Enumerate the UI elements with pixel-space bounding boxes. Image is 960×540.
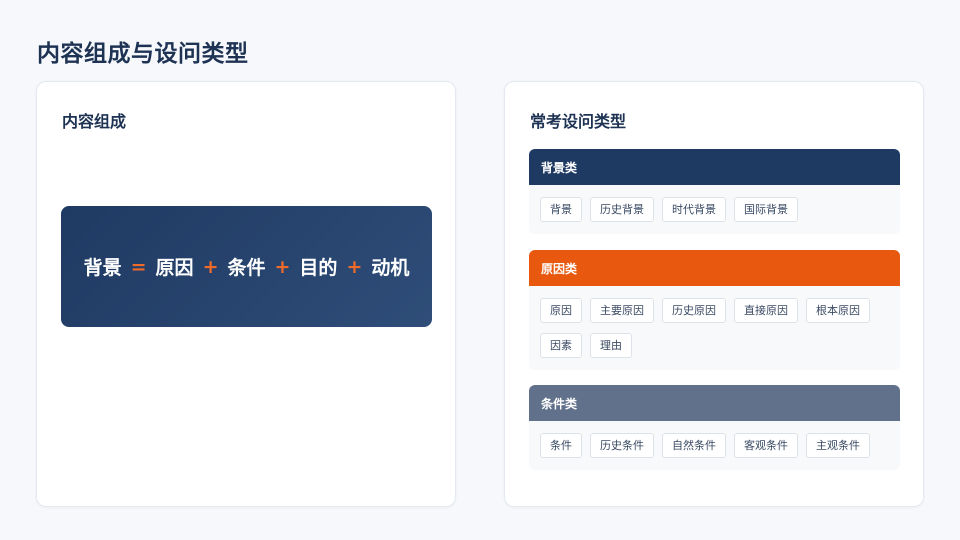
content-composition-card: 内容组成 背景 = 原因 + 条件 + 目的 + 动机 xyxy=(36,81,456,507)
card-title: 内容组成 xyxy=(62,112,127,131)
question-types-card: 常考设问类型 背景类 背景 历史背景 时代背景 国际背景 原因类 原因 主要原因… xyxy=(504,81,924,507)
page-title: 内容组成与设问类型 xyxy=(37,41,249,67)
group-condition: 条件类 条件 历史条件 自然条件 客观条件 主观条件 xyxy=(529,385,900,470)
tag-list: 原因 主要原因 历史原因 直接原因 根本原因 因素 理由 xyxy=(529,286,900,370)
tag-list: 条件 历史条件 自然条件 客观条件 主观条件 xyxy=(529,421,900,470)
group-header: 条件类 xyxy=(529,385,900,421)
formula-term: 背景 xyxy=(83,257,122,279)
tag-list: 背景 历史背景 时代背景 国际背景 xyxy=(529,185,900,234)
tag: 原因 xyxy=(540,298,582,323)
formula-operator: + xyxy=(274,255,291,278)
group-header: 背景类 xyxy=(529,149,900,185)
formula-operator: + xyxy=(346,255,363,278)
tag: 国际背景 xyxy=(734,197,798,222)
tag: 主观条件 xyxy=(806,433,870,458)
formula-term: 原因 xyxy=(155,257,194,279)
tag: 历史背景 xyxy=(590,197,654,222)
tag: 条件 xyxy=(540,433,582,458)
group-reason: 原因类 原因 主要原因 历史原因 直接原因 根本原因 因素 理由 xyxy=(529,250,900,370)
tag: 理由 xyxy=(590,333,632,358)
tag: 历史条件 xyxy=(590,433,654,458)
formula-operator: + xyxy=(202,255,219,278)
tag: 客观条件 xyxy=(734,433,798,458)
formula-operator: = xyxy=(130,255,147,278)
tag: 因素 xyxy=(540,333,582,358)
formula-box: 背景 = 原因 + 条件 + 目的 + 动机 xyxy=(61,206,432,327)
formula-term: 条件 xyxy=(227,257,266,279)
tag: 直接原因 xyxy=(734,298,798,323)
group-background: 背景类 背景 历史背景 时代背景 国际背景 xyxy=(529,149,900,234)
tag: 历史原因 xyxy=(662,298,726,323)
tag: 时代背景 xyxy=(662,197,726,222)
tag: 自然条件 xyxy=(662,433,726,458)
tag: 主要原因 xyxy=(590,298,654,323)
formula-term: 目的 xyxy=(299,257,338,279)
tag: 背景 xyxy=(540,197,582,222)
group-header: 原因类 xyxy=(529,250,900,286)
tag: 根本原因 xyxy=(806,298,870,323)
card-title: 常考设问类型 xyxy=(530,112,627,131)
formula-term: 动机 xyxy=(371,257,410,279)
